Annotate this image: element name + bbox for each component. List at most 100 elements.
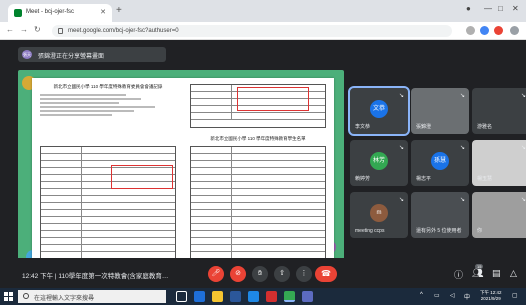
taskbar-clock[interactable]: 下午 12:42 2021/9/29 bbox=[480, 290, 502, 302]
present-now-button[interactable]: ⇧ bbox=[274, 266, 290, 282]
document-page-left: 新北市立國民小學 110 學年度特殊教育委員會會議記錄 bbox=[36, 84, 180, 266]
meet-favicon-icon bbox=[14, 9, 22, 17]
participant-tile[interactable]: ↘ 游雅名 bbox=[472, 88, 526, 134]
text-line bbox=[40, 106, 156, 108]
extension-icon[interactable] bbox=[466, 26, 475, 35]
maximize-button[interactable]: □ bbox=[498, 4, 503, 13]
chat-icon[interactable]: ▤ bbox=[492, 268, 501, 279]
participant-name: 你 bbox=[477, 228, 483, 234]
meet-area: 張天 張錦澄正在分享螢幕畫面 新北市立國民小學 110 學年度特殊教育委員會會議… bbox=[0, 40, 526, 288]
notification-icon[interactable]: ▢ bbox=[512, 292, 518, 299]
document-table bbox=[190, 146, 326, 262]
shared-screen: 新北市立國民小學 110 學年度特殊教育委員會會議記錄 新北市立國民小學 110… bbox=[18, 70, 344, 283]
meeting-info: 12:42 下午 | 110學年度第一次特教會(含家庭教育… bbox=[22, 270, 168, 280]
mic-muted-icon: ↘ bbox=[398, 197, 404, 203]
mic-muted-icon: ↘ bbox=[520, 93, 526, 99]
highlight-box bbox=[111, 165, 173, 189]
participant-name: 李文恭 bbox=[355, 124, 371, 130]
participant-tile[interactable]: 文恭 ↘ 李文恭 bbox=[348, 86, 410, 136]
reload-icon[interactable]: ↻ bbox=[34, 25, 41, 34]
document-title: 新北市立國民小學 110 學年度特殊教育委員會會議記錄 bbox=[53, 84, 163, 89]
close-window-button[interactable]: ✕ bbox=[512, 4, 519, 13]
document-table bbox=[190, 84, 326, 128]
document-subtitle: 新北市立國民小學 110 學年度特殊教育學生名單 bbox=[210, 136, 306, 141]
os-taskbar: 在這裡輸入文字來搜尋 ^ ▭ ◁ 中 下午 12:42 2021/9/29 ▢ bbox=[0, 288, 526, 305]
participant-name: 張錦澄 bbox=[416, 124, 432, 130]
volume-icon[interactable]: ◁ bbox=[450, 292, 455, 299]
participant-tile[interactable]: 林芳 ↘ 賴婷芳 bbox=[350, 140, 408, 186]
browser-toolbar: ← → ↻ meet.google.com/bcj-ojer-fsc?authu… bbox=[0, 22, 526, 40]
more-options-button[interactable]: ⋮ bbox=[296, 266, 312, 282]
meeting-separator: | bbox=[54, 273, 57, 280]
participant-name: 楊玉慧 bbox=[477, 176, 493, 182]
edge-icon[interactable] bbox=[194, 291, 205, 302]
participant-tile[interactable]: ↘ 還有另外 5 位使用者 bbox=[411, 192, 469, 238]
mic-muted-icon: ↘ bbox=[398, 145, 404, 151]
extension-icon[interactable] bbox=[480, 26, 489, 35]
ime-icon[interactable]: 中 bbox=[464, 292, 470, 301]
tab-title: Meet - bcj-ojer-fsc bbox=[26, 9, 75, 15]
call-controls: 12:42 下午 | 110學年度第一次特教會(含家庭教育… 🎤︎ ⊘ ✋︎ ⇧… bbox=[0, 258, 526, 288]
forward-arrow-icon[interactable]: → bbox=[20, 25, 28, 34]
address-bar[interactable]: meet.google.com/bcj-ojer-fsc?authuser=0 bbox=[52, 25, 452, 37]
presentation-banner: 張天 張錦澄正在分享螢幕畫面 bbox=[18, 47, 166, 62]
chrome-icon[interactable] bbox=[284, 291, 295, 302]
app-icon[interactable] bbox=[302, 291, 313, 302]
activities-icon[interactable]: △ bbox=[510, 268, 517, 279]
mic-muted-icon: ↘ bbox=[520, 145, 526, 151]
text-line bbox=[40, 102, 120, 104]
back-arrow-icon[interactable]: ← bbox=[6, 25, 14, 34]
meeting-name: 110學年度第一次特教會(含家庭教育… bbox=[58, 273, 169, 280]
participant-name: 賴婷芳 bbox=[355, 176, 371, 182]
mic-muted-icon: ↘ bbox=[459, 93, 465, 99]
document-table bbox=[40, 146, 176, 262]
presenter-avatar: 張天 bbox=[22, 50, 32, 59]
meeting-time: 12:42 下午 bbox=[22, 273, 54, 280]
participant-tile[interactable]: m ↘ meeting ccps bbox=[350, 192, 408, 238]
new-tab-button[interactable]: + bbox=[116, 5, 122, 16]
mic-off-button[interactable]: 🎤︎ bbox=[208, 266, 224, 282]
leave-call-button[interactable]: ☎︎ bbox=[315, 266, 337, 282]
text-line bbox=[40, 98, 141, 100]
minimize-button[interactable]: — bbox=[484, 4, 492, 13]
profile-avatar[interactable] bbox=[494, 26, 503, 35]
menu-icon[interactable] bbox=[510, 26, 519, 35]
mic-muted-icon: ↘ bbox=[459, 145, 465, 151]
tray-up-arrow-icon[interactable]: ^ bbox=[420, 292, 423, 298]
text-line bbox=[40, 94, 127, 96]
store-icon[interactable] bbox=[248, 291, 259, 302]
mic-muted-icon: ↘ bbox=[398, 93, 404, 99]
participant-tile[interactable]: ↘ 你 bbox=[472, 192, 526, 238]
browser-tab-strip: Meet - bcj-ojer-fsc ✕ + ● — □ ✕ bbox=[0, 0, 526, 22]
task-view-icon[interactable] bbox=[176, 291, 187, 302]
taskbar-search[interactable]: 在這裡輸入文字來搜尋 bbox=[18, 290, 166, 303]
participant-name: 還有另外 5 位使用者 bbox=[416, 228, 462, 234]
mic-muted-icon: ↘ bbox=[520, 197, 526, 203]
windows-start-icon[interactable] bbox=[4, 292, 13, 301]
participant-tile[interactable]: 孫慧 ↘ 楊志平 bbox=[411, 140, 469, 186]
file-explorer-icon[interactable] bbox=[212, 291, 223, 302]
participant-avatar: 孫慧 bbox=[431, 152, 449, 170]
camera-off-button[interactable]: ⊘ bbox=[230, 266, 246, 282]
word-icon[interactable] bbox=[230, 291, 241, 302]
close-tab-icon[interactable]: ✕ bbox=[100, 8, 106, 16]
participant-name: 游雅名 bbox=[477, 124, 493, 130]
mic-muted-icon: ↘ bbox=[459, 197, 465, 203]
browser-tab[interactable]: Meet - bcj-ojer-fsc ✕ bbox=[8, 4, 112, 22]
tab-search-icon[interactable]: ● bbox=[466, 4, 471, 13]
search-icon bbox=[23, 293, 29, 299]
taskbar-search-placeholder: 在這裡輸入文字來搜尋 bbox=[34, 296, 95, 302]
raise-hand-button[interactable]: ✋︎ bbox=[252, 266, 268, 282]
participant-tile[interactable]: ↘ 張錦澄 bbox=[411, 88, 469, 134]
network-icon[interactable]: ▭ bbox=[434, 292, 440, 299]
meeting-details-icon[interactable]: ⓘ bbox=[454, 268, 463, 281]
participant-tile[interactable]: ↘ 楊玉慧 bbox=[472, 140, 526, 186]
lock-icon bbox=[58, 28, 63, 34]
address-text: meet.google.com/bcj-ojer-fsc?authuser=0 bbox=[68, 28, 179, 34]
app-icon[interactable] bbox=[266, 291, 277, 302]
participant-avatar: m bbox=[370, 204, 388, 222]
participant-avatar: 文恭 bbox=[370, 100, 388, 118]
presentation-banner-text: 張錦澄正在分享螢幕畫面 bbox=[38, 54, 105, 60]
people-icon[interactable]: 👥︎ bbox=[472, 268, 483, 279]
document-page-right: 新北市立國民小學 110 學年度特殊教育學生名單 bbox=[186, 84, 330, 266]
